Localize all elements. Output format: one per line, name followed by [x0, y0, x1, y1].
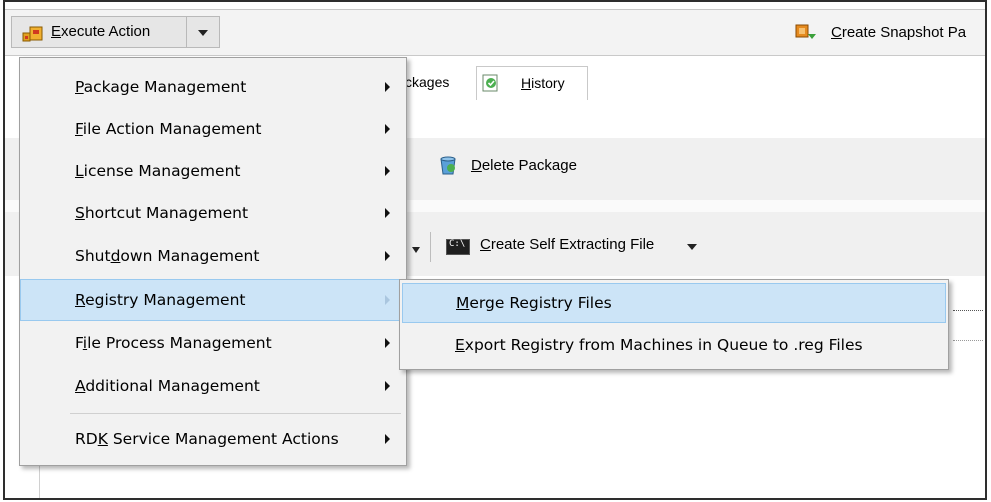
toolbar-separator	[430, 232, 431, 262]
submenu-item-merge-registry-files[interactable]: Merge Registry Files	[402, 283, 946, 323]
menu-item-file-action-management[interactable]: File Action Management	[21, 109, 405, 151]
menu-item-registry-management[interactable]: Registry Management	[20, 279, 406, 321]
submenu-arrow-icon	[385, 124, 390, 134]
submenu-arrow-icon	[385, 251, 390, 261]
menu-item-rdk-service-management-actions[interactable]: RDK Service Management Actions	[21, 419, 405, 461]
menu-item-file-process-management[interactable]: File Process Management	[21, 323, 405, 365]
menu-item-label: Registry Management	[75, 291, 246, 309]
menu-item-package-management[interactable]: Package Management	[21, 67, 405, 109]
submenu-arrow-icon	[385, 208, 390, 218]
submenu-item-label: Merge Registry Files	[456, 294, 612, 312]
command-prompt-icon	[446, 239, 470, 255]
chevron-down-icon[interactable]	[687, 244, 697, 250]
menu-item-additional-management[interactable]: Additional Management	[21, 366, 405, 408]
history-icon	[482, 74, 498, 92]
menu-item-label: License Management	[75, 162, 241, 180]
submenu-arrow-icon	[385, 82, 390, 92]
chevron-down-icon[interactable]	[198, 30, 208, 36]
menu-item-label: Shortcut Management	[75, 204, 249, 222]
menu-item-label: Package Management	[75, 78, 247, 96]
submenu-arrow-icon	[385, 381, 390, 391]
snapshot-package-icon	[795, 24, 816, 39]
menu-item-shutdown-management[interactable]: Shutdown Management	[21, 236, 405, 278]
submenu-arrow-icon	[385, 434, 390, 444]
menu-item-label: File Process Management	[75, 334, 272, 352]
chevron-down-icon[interactable]	[412, 247, 420, 253]
menu-item-label: File Action Management	[75, 120, 262, 138]
menu-item-shortcut-management[interactable]: Shortcut Management	[21, 193, 405, 235]
split-divider	[186, 17, 187, 47]
create-snapshot-label: Create Snapshot Pa	[831, 24, 967, 41]
create-self-extracting-file-button[interactable]: Create Self Extracting File	[480, 236, 654, 253]
dotted-row-line	[953, 310, 983, 311]
history-label: History	[521, 75, 565, 91]
delete-package-icon	[440, 156, 456, 175]
execute-action-split-button[interactable]: Execute Action	[11, 16, 220, 48]
submenu-arrow-icon	[385, 166, 390, 176]
tab-history[interactable]: History	[476, 66, 588, 100]
dotted-row-line	[953, 340, 983, 341]
menu-item-license-management[interactable]: License Management	[21, 151, 405, 193]
main-toolbar: Execute Action Create Snapshot Pa	[5, 10, 985, 56]
menu-item-label: Additional Management	[75, 377, 260, 395]
menu-item-label: RDK Service Management Actions	[75, 430, 339, 448]
menu-separator	[70, 413, 401, 414]
execute-action-icon	[22, 26, 43, 42]
tab-packages[interactable]: ckages	[405, 74, 449, 90]
submenu-arrow-icon	[385, 338, 390, 348]
registry-management-submenu: Merge Registry Files Export Registry fro…	[399, 279, 949, 370]
submenu-arrow-icon	[385, 295, 390, 305]
execute-action-label: Execute Action	[51, 23, 151, 40]
menu-item-label: Shutdown Management	[75, 247, 260, 265]
submenu-item-export-registry[interactable]: Export Registry from Machines in Queue t…	[402, 326, 946, 366]
window-top-strip	[5, 2, 985, 10]
submenu-item-label: Export Registry from Machines in Queue t…	[455, 336, 863, 354]
execute-action-menu: Package Management File Action Managemen…	[19, 57, 407, 466]
delete-package-button[interactable]: Delete Package	[471, 157, 577, 174]
